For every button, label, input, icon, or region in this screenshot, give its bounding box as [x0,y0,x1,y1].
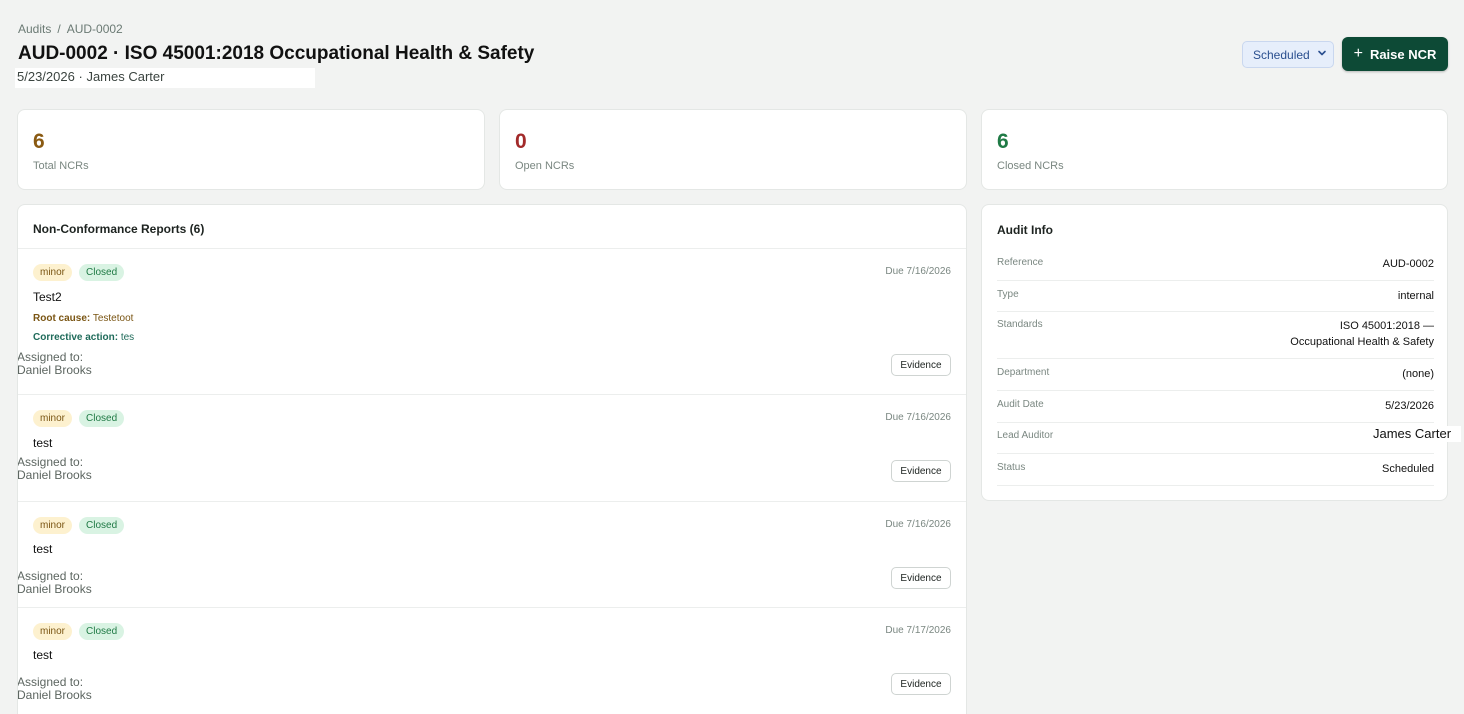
ncr-panel-title: Non-Conformance Reports (6) [18,205,966,249]
assigned-name: Daniel Brooks [17,582,92,596]
corrective-action: Corrective action: tes [33,332,134,343]
audit-info-panel: Audit Info Reference AUD-0002 Type inter… [981,204,1461,501]
severity-badge: minor [33,623,73,640]
info-key: Reference [997,257,1044,268]
assigned-name: Daniel Brooks [17,688,92,702]
ncr-title: test [33,648,53,662]
info-value: internal [1397,290,1434,302]
breadcrumb-current: AUD-0002 [66,22,123,36]
info-key: Lead Auditor [997,430,1054,441]
ncr-list-item[interactable]: minor Closed Due 7/16/2026 test Assigned… [18,395,966,502]
stat-value: 0 [515,130,527,153]
ncr-list-item[interactable]: minor Closed Due 7/17/2026 test Assigned… [18,608,966,714]
due-date: Due 7/16/2026 [885,412,951,423]
info-row-department: Department (none) [997,359,1434,391]
page-subtitle: 5/23/2026 · James Carter [15,68,315,88]
info-key: Audit Date [997,399,1044,410]
root-cause-value: Testetoot [92,313,134,324]
info-row-status: Status Scheduled [997,454,1434,486]
ncr-list-item[interactable]: minor Closed Due 7/16/2026 Test2 Root ca… [18,249,966,395]
ncr-title: test [33,436,53,450]
breadcrumb: Audits / AUD-0002 [18,22,123,36]
status-badge: Closed [79,410,125,427]
info-value: ISO 45001:2018 — Occupational Health & Sa… [1290,318,1434,350]
info-key: Type [997,289,1019,300]
breadcrumb-audits-link[interactable]: Audits [18,22,51,36]
status-select[interactable]: Scheduled [1242,41,1334,68]
stat-card-open-ncrs: 0 Open NCRs [499,109,967,190]
evidence-button[interactable]: Evidence [891,567,951,589]
stat-value: 6 [33,130,45,153]
status-select-value: Scheduled [1253,48,1310,62]
stat-label: Total NCRs [33,160,89,172]
stat-label: Closed NCRs [997,160,1064,172]
info-value: James Carter [1371,426,1461,442]
evidence-button[interactable]: Evidence [891,460,951,482]
stat-card-closed-ncrs: 6 Closed NCRs [981,109,1448,190]
standards-line-2: Occupational Health & Safety [1290,336,1434,348]
standards-line-1: ISO 45001:2018 — [1339,320,1434,332]
info-row-reference: Reference AUD-0002 [997,251,1434,281]
subtitle-date: 5/23/2026 [17,69,75,84]
subtitle-auditor: James Carter [86,69,165,84]
due-date: Due 7/17/2026 [885,625,951,636]
stat-value: 6 [997,130,1009,153]
stat-label: Open NCRs [515,160,575,172]
chevron-down-icon [1318,50,1326,56]
corrective-action-label: Corrective action: [33,332,119,343]
evidence-button[interactable]: Evidence [891,354,951,376]
assigned-name: Daniel Brooks [17,468,92,482]
info-key: Department [997,367,1050,378]
info-key: Status [997,462,1026,473]
info-value: (none) [1402,368,1434,380]
subtitle-separator: · [78,69,83,84]
plus-icon: + [1353,45,1363,62]
evidence-button[interactable]: Evidence [891,673,951,695]
info-row-audit-date: Audit Date 5/23/2026 [997,391,1434,423]
assigned-to: Assigned to: Daniel Brooks [17,456,93,482]
severity-badge: minor [33,410,73,427]
status-badge: Closed [79,264,125,281]
info-value: AUD-0002 [1382,258,1434,270]
assigned-to: Assigned to: Daniel Brooks [17,676,93,702]
stat-card-total-ncrs: 6 Total NCRs [17,109,485,190]
audit-info-title: Audit Info [997,223,1053,237]
root-cause: Root cause: Testetoot [33,313,133,324]
due-date: Due 7/16/2026 [885,519,951,530]
raise-ncr-button[interactable]: + Raise NCR [1342,37,1448,71]
assigned-to: Assigned to: Daniel Brooks [17,351,93,377]
assigned-name: Daniel Brooks [17,363,92,377]
severity-badge: minor [33,517,73,534]
breadcrumb-separator: / [57,22,61,36]
info-key: Standards [997,319,1043,330]
ncr-title: test [33,542,53,556]
ncr-panel: Non-Conformance Reports (6) minor Closed… [17,204,967,714]
info-row-type: Type internal [997,281,1434,312]
page-title: AUD-0002 · ISO 45001:2018 Occupational H… [18,43,535,64]
severity-badge: minor [33,264,73,281]
ncr-title: Test2 [33,290,62,304]
assigned-to: Assigned to: Daniel Brooks [17,570,93,596]
raise-ncr-label: Raise NCR [1369,46,1437,62]
info-row-lead-auditor: Lead Auditor James Carter [997,423,1461,454]
due-date: Due 7/16/2026 [885,266,951,277]
ncr-list-item[interactable]: minor Closed Due 7/16/2026 test Assigned… [18,502,966,608]
status-badge: Closed [79,623,125,640]
status-badge: Closed [79,517,125,534]
info-value: 5/23/2026 [1385,400,1434,412]
info-row-standards: Standards ISO 45001:2018 — Occupational H… [997,312,1434,359]
root-cause-label: Root cause: [33,313,91,324]
info-value: Scheduled [1382,463,1434,475]
corrective-action-value: tes [120,332,135,343]
